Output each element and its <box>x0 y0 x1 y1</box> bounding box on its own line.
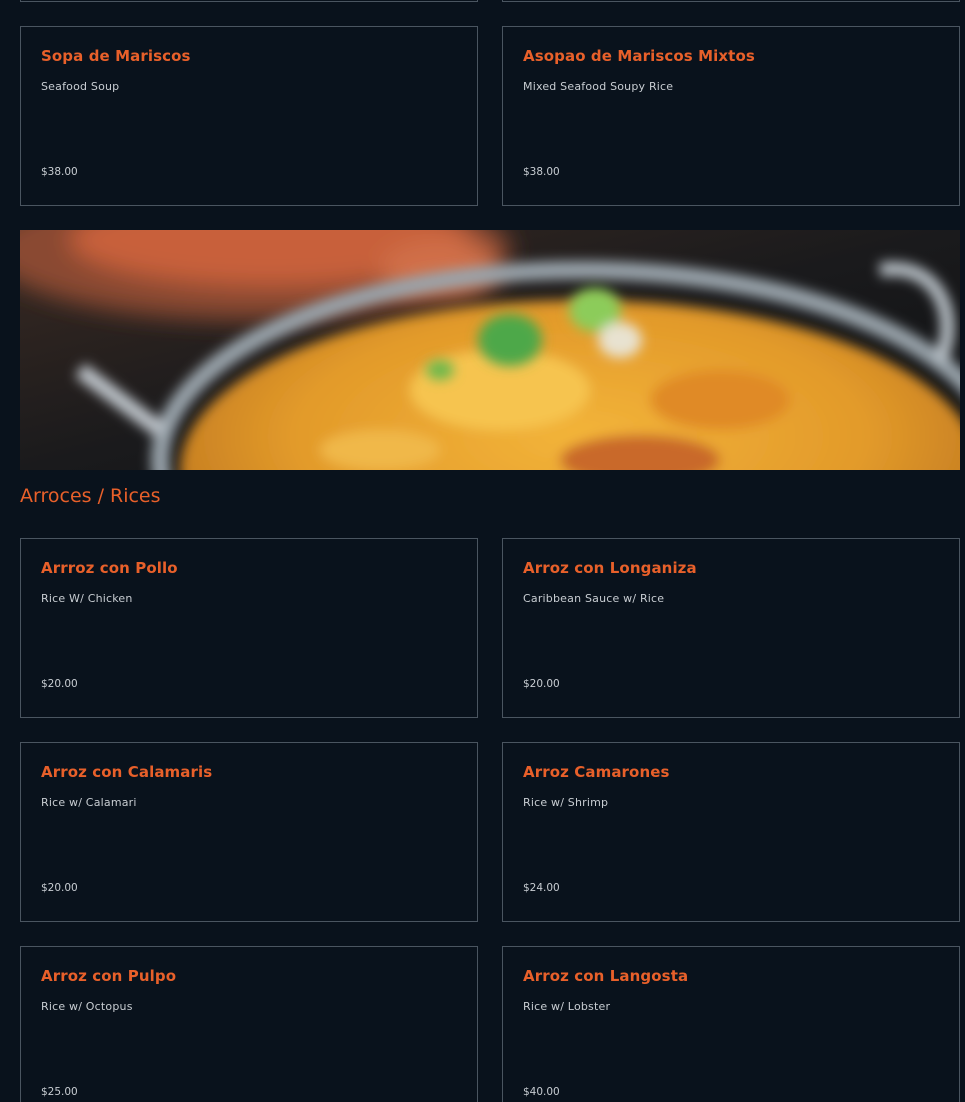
menu-item-card[interactable]: Arroz con Longaniza Caribbean Sauce w/ R… <box>502 538 960 718</box>
menu-item-card[interactable]: Arroz Camarones Rice w/ Shrimp $24.00 <box>502 742 960 922</box>
menu-item-price: $24.00 <box>523 882 560 894</box>
section-banner-image <box>20 230 960 470</box>
menu-item-name: Arroz con Calamaris <box>41 763 213 781</box>
menu-item-card[interactable]: Arroz con Pulpo Rice w/ Octopus $25.00 <box>20 946 478 1102</box>
menu-item-card-partial[interactable] <box>20 0 478 2</box>
menu-item-card[interactable]: Arroz con Langosta Rice w/ Lobster $40.0… <box>502 946 960 1102</box>
menu-item-price: $20.00 <box>41 678 78 690</box>
menu-item-description: Rice w/ Shrimp <box>523 796 609 809</box>
menu-item-description: Rice W/ Chicken <box>41 592 133 605</box>
menu-item-name: Arrroz con Pollo <box>41 559 178 577</box>
menu-item-price: $20.00 <box>523 678 560 690</box>
menu-item-name: Arroz con Longaniza <box>523 559 697 577</box>
menu-item-name: Arroz con Pulpo <box>41 967 177 985</box>
menu-item-price: $20.00 <box>41 882 78 894</box>
menu-item-name: Arroz Camarones <box>523 763 670 781</box>
menu-item-card[interactable]: Asopao de Mariscos Mixtos Mixed Seafood … <box>502 26 960 206</box>
menu-item-card[interactable]: Arroz con Calamaris Rice w/ Calamari $20… <box>20 742 478 922</box>
menu-item-card-partial[interactable] <box>502 0 960 2</box>
menu-item-card[interactable]: Sopa de Mariscos Seafood Soup $38.00 <box>20 26 478 206</box>
menu-item-description: Seafood Soup <box>41 80 120 93</box>
menu-item-price: $38.00 <box>41 166 78 178</box>
menu-item-description: Rice w/ Lobster <box>523 1000 611 1013</box>
menu-item-card[interactable]: Arrroz con Pollo Rice W/ Chicken $20.00 <box>20 538 478 718</box>
menu-item-description: Rice w/ Octopus <box>41 1000 133 1013</box>
menu-item-price: $40.00 <box>523 1086 560 1098</box>
menu-item-description: Rice w/ Calamari <box>41 796 137 809</box>
section-title: Arroces / Rices <box>20 485 161 507</box>
menu-item-price: $25.00 <box>41 1086 78 1098</box>
menu-item-description: Mixed Seafood Soupy Rice <box>523 80 674 93</box>
menu-item-price: $38.00 <box>523 166 560 178</box>
menu-item-name: Asopao de Mariscos Mixtos <box>523 47 755 65</box>
menu-item-name: Sopa de Mariscos <box>41 47 191 65</box>
menu-item-description: Caribbean Sauce w/ Rice <box>523 592 665 605</box>
menu-item-name: Arroz con Langosta <box>523 967 689 985</box>
